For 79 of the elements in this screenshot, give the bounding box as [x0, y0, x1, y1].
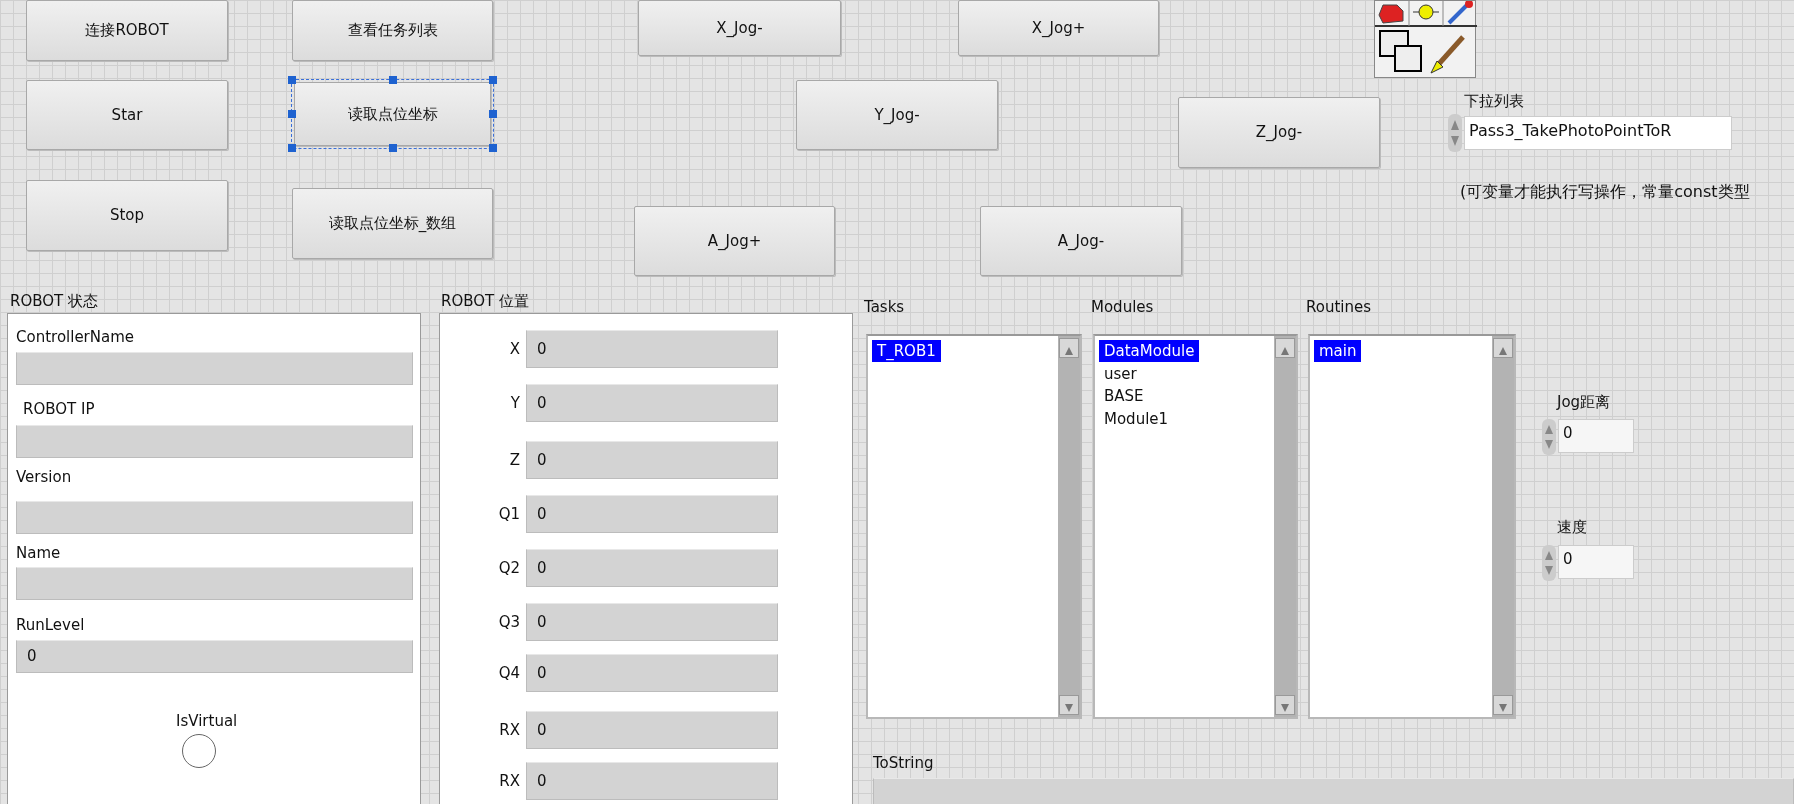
listbox-label: Modules	[1091, 297, 1154, 318]
field-label: RX	[499, 771, 520, 792]
ring-field[interactable]: Pass3_TakePhotoPointToR	[1464, 116, 1732, 150]
numeric-field[interactable]: 0	[526, 711, 778, 749]
field-label: Z	[509, 450, 520, 471]
listbox[interactable]: main	[1308, 334, 1516, 719]
field-label: Y	[510, 393, 520, 414]
push-button[interactable]: Stop	[26, 180, 228, 251]
text-field[interactable]	[16, 425, 413, 458]
push-button[interactable]: 查看任务列表	[292, 0, 493, 61]
field-label: X	[509, 339, 520, 360]
numeric-field[interactable]: 0	[526, 495, 778, 533]
push-button[interactable]: Z_Jog-	[1178, 97, 1380, 168]
list-item[interactable]: BASE	[1099, 385, 1149, 407]
led-indicator[interactable]	[182, 734, 216, 768]
list-item[interactable]: T_ROB1	[872, 340, 941, 362]
tools-palette-icon[interactable]	[1374, 0, 1476, 78]
numeric-field[interactable]: 0	[526, 549, 778, 587]
tostring-label: ToString	[873, 753, 934, 774]
text-field[interactable]: 0	[16, 640, 413, 673]
scroll-up-icon[interactable]	[1493, 338, 1513, 358]
push-button[interactable]: X_Jog+	[958, 0, 1159, 56]
field-label: Q1	[498, 504, 520, 525]
scroll-down-icon[interactable]	[1275, 695, 1295, 715]
text-field[interactable]	[16, 501, 413, 534]
spin-arrows-icon[interactable]	[1542, 419, 1556, 455]
field-label: ControllerName	[16, 327, 135, 348]
push-button[interactable]: A_Jog+	[634, 206, 835, 276]
listbox-label: Tasks	[864, 297, 905, 318]
ring-label: 下拉列表	[1464, 91, 1524, 112]
led-label: IsVirtual	[176, 711, 238, 732]
list-item[interactable]: DataModule	[1099, 340, 1200, 362]
field-label: ROBOT IP	[23, 399, 95, 420]
selection-handles[interactable]	[288, 76, 497, 152]
listbox-label: Routines	[1306, 297, 1372, 318]
scroll-down-icon[interactable]	[1493, 695, 1513, 715]
scrollbar[interactable]	[1058, 336, 1080, 717]
numeric-field[interactable]: 0	[526, 330, 778, 368]
field-label: Q3	[498, 612, 520, 633]
text-field[interactable]	[16, 567, 413, 600]
listbox[interactable]: DataModule user BASE Module1	[1093, 334, 1298, 719]
scroll-up-icon[interactable]	[1059, 338, 1079, 358]
push-button[interactable]: 连接ROBOT	[26, 0, 228, 61]
scrollbar[interactable]	[1274, 336, 1296, 717]
numeric-field[interactable]: 0	[1558, 419, 1634, 453]
push-button[interactable]: 读取点位坐标	[294, 82, 491, 146]
list-item[interactable]: main	[1314, 340, 1362, 362]
scroll-up-icon[interactable]	[1275, 338, 1295, 358]
field-label: RX	[499, 720, 520, 741]
panel-title: ROBOT 位置	[441, 291, 529, 312]
numeric-field[interactable]: 0	[526, 603, 778, 641]
numeric-field[interactable]: 0	[526, 441, 778, 479]
field-label: Version	[16, 467, 72, 488]
push-button[interactable]: Star	[26, 80, 228, 150]
listbox[interactable]: T_ROB1	[866, 334, 1082, 719]
push-button[interactable]: Y_Jog-	[796, 80, 998, 150]
spin-arrows-icon[interactable]	[1542, 545, 1556, 581]
text-field[interactable]	[16, 352, 413, 385]
numeric-label: Jog距离	[1557, 392, 1611, 413]
field-label: Q2	[498, 558, 520, 579]
push-button[interactable]: 读取点位坐标_数组	[292, 188, 493, 259]
panel-title: ROBOT 状态	[10, 291, 98, 312]
numeric-field[interactable]: 0	[526, 384, 778, 422]
field-label: RunLevel	[16, 615, 85, 636]
push-button[interactable]: X_Jog-	[638, 0, 841, 56]
spin-arrows-icon[interactable]	[1448, 114, 1462, 152]
numeric-field[interactable]: 0	[526, 762, 778, 800]
note-text: (可变量才能执行写操作，常量const类型	[1460, 181, 1750, 203]
numeric-field[interactable]: 0	[526, 654, 778, 692]
field-label: Name	[16, 543, 61, 564]
list-item[interactable]: Module1	[1099, 407, 1174, 430]
numeric-label: 速度	[1557, 517, 1587, 538]
scrollbar[interactable]	[1492, 336, 1514, 717]
field-label: Q4	[498, 663, 520, 684]
push-button[interactable]: A_Jog-	[980, 206, 1182, 276]
numeric-field[interactable]: 0	[1558, 545, 1634, 579]
list-item[interactable]: user	[1099, 362, 1142, 385]
scroll-down-icon[interactable]	[1059, 695, 1079, 715]
text-field[interactable]	[873, 778, 1794, 804]
